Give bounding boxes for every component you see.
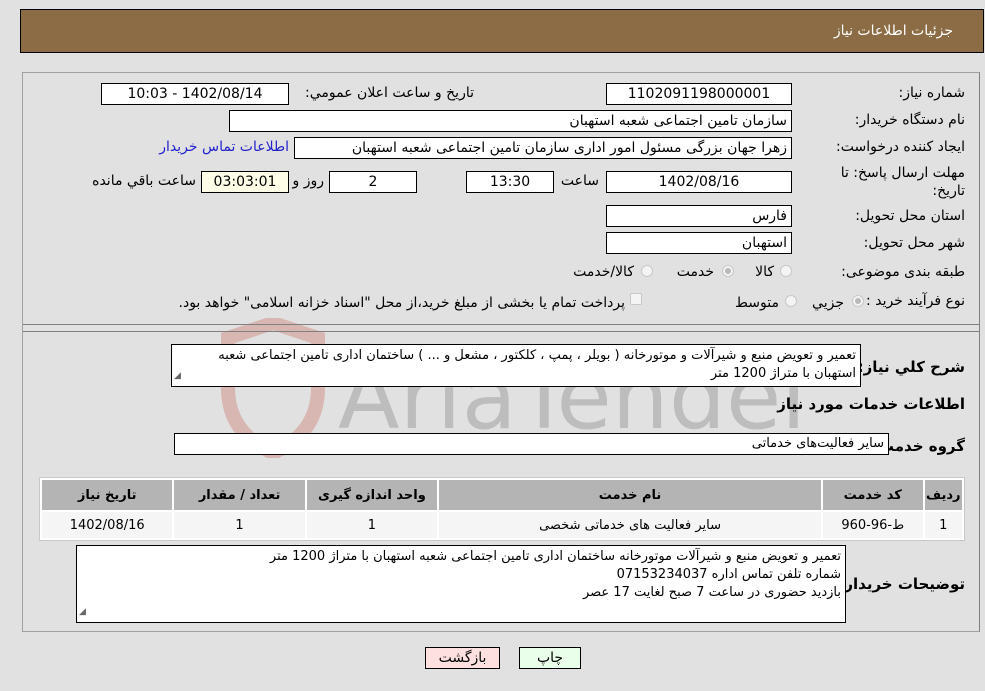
buyer-notes-line: شماره تلفن تماس اداره 07153234037	[616, 567, 841, 582]
cell-row-number: 1	[924, 512, 962, 538]
cell-quantity: 1	[174, 512, 305, 538]
table-header-row: ردیف کد خدمت نام خدمت واحد اندازه گیری ت…	[42, 480, 962, 510]
category-label: طبقه بندی موضوعی:	[841, 264, 965, 280]
treasury-checkbox[interactable]	[630, 293, 642, 305]
back-button[interactable]: بازگشت	[425, 647, 500, 669]
description-text: تعمیر و تعویض منبع و شیرآلات و موتورخانه…	[218, 348, 856, 381]
col-header-unit: واحد اندازه گیری	[306, 480, 438, 510]
category-option-service: خدمت	[676, 264, 714, 280]
city-label: شهر محل تحویل:	[863, 235, 965, 251]
buyer-notes-textarea[interactable]: تعمیر و تعویض منبع و شیرآلات موتورخانه س…	[76, 545, 846, 623]
buyer-org-label: نام دستگاه خریدار:	[854, 112, 965, 128]
time-remaining-field: 03:03:01	[201, 171, 289, 193]
province-field: فارس	[606, 205, 792, 227]
need-number-field: 1102091198000001	[606, 83, 792, 105]
page-title: جزئیات اطلاعات نیاز	[833, 23, 953, 39]
purchase-radio-medium[interactable]	[785, 295, 797, 307]
col-header-service-name: نام خدمت	[439, 480, 821, 510]
days-label: روز و	[292, 173, 325, 189]
deadline-time-label: ساعت	[560, 173, 599, 189]
divider	[23, 331, 979, 332]
resize-grip-icon[interactable]: ◢	[79, 603, 86, 621]
buyer-notes-line: تعمیر و تعویض منبع و شیرآلات موتورخانه س…	[269, 549, 841, 564]
province-label: استان محل تحویل:	[855, 208, 965, 224]
category-option-goods-service: کالا/خدمت	[573, 264, 634, 280]
purchase-radio-minor[interactable]	[852, 295, 864, 307]
announce-datetime-field: 1402/08/14 - 10:03	[101, 83, 289, 105]
purchase-type-label: نوع فرآیند خرید :	[866, 293, 965, 309]
page-header: جزئیات اطلاعات نیاز	[20, 9, 984, 53]
cell-unit: 1	[306, 512, 438, 538]
deadline-time-field: 13:30	[466, 171, 554, 193]
buyer-org-field: سازمان تامین اجتماعی شعبه استهبان	[229, 110, 792, 132]
category-option-goods: کالا	[755, 264, 774, 280]
cell-need-date: 1402/08/16	[42, 512, 173, 538]
deadline-date-field: 1402/08/16	[606, 171, 792, 193]
category-radio-goods[interactable]	[780, 265, 792, 277]
col-header-service-code: کد خدمت	[822, 480, 923, 510]
col-header-need-date: تاریخ نیاز	[42, 480, 173, 510]
buyer-notes-label: توضیحات خریدار:	[838, 575, 965, 593]
col-header-quantity: تعداد / مقدار	[174, 480, 305, 510]
description-textarea[interactable]: تعمیر و تعویض منبع و شیرآلات و موتورخانه…	[171, 344, 861, 387]
col-header-row-number: ردیف	[924, 480, 962, 510]
purchase-option-medium: متوسط	[735, 295, 779, 311]
services-table: ردیف کد خدمت نام خدمت واحد اندازه گیری ت…	[39, 477, 965, 541]
treasury-note: پرداخت تمام یا بخشی از مبلغ خرید،از محل …	[178, 295, 625, 311]
cell-service-code: ط-96-960	[822, 512, 923, 538]
services-section-title: اطلاعات خدمات مورد نیاز	[777, 395, 965, 413]
deadline-label: مهلت ارسال پاسخ: تا تاریخ:	[840, 165, 965, 199]
resize-grip-icon[interactable]: ◢	[174, 367, 181, 385]
buyer-notes-line: بازدید حضوری در ساعت 7 صبح لغایت 17 عصر	[582, 585, 841, 600]
time-remaining-label: ساعت باقي مانده	[92, 173, 196, 189]
days-remaining-field: 2	[329, 171, 417, 193]
announce-datetime-label: تاریخ و ساعت اعلان عمومي:	[305, 85, 474, 101]
divider	[23, 324, 979, 325]
service-group-field: سایر فعالیت‌های خدماتی	[174, 433, 889, 455]
cell-service-name: سایر فعالیت های خدماتی شخصی	[439, 512, 821, 538]
print-button[interactable]: چاپ	[519, 647, 581, 669]
category-radio-goods-service[interactable]	[641, 265, 653, 277]
requester-field: زهرا جهان بزرگی مسئول امور اداری سازمان …	[294, 137, 792, 159]
details-panel: AriaTender.neT شماره نیاز: 1102091198000…	[22, 72, 980, 632]
city-field: استهبان	[606, 232, 792, 254]
table-row: 1 ط-96-960 سایر فعالیت های خدماتی شخصی 1…	[42, 512, 962, 538]
need-number-label: شماره نیاز:	[898, 85, 966, 101]
requester-label: ایجاد کننده درخواست:	[836, 139, 965, 155]
description-label: شرح کلي نیاز:	[857, 358, 965, 376]
purchase-option-minor: جزيي	[812, 295, 844, 311]
category-radio-service[interactable]	[722, 265, 734, 277]
buyer-contact-link[interactable]: اطلاعات تماس خریدار	[159, 139, 289, 155]
